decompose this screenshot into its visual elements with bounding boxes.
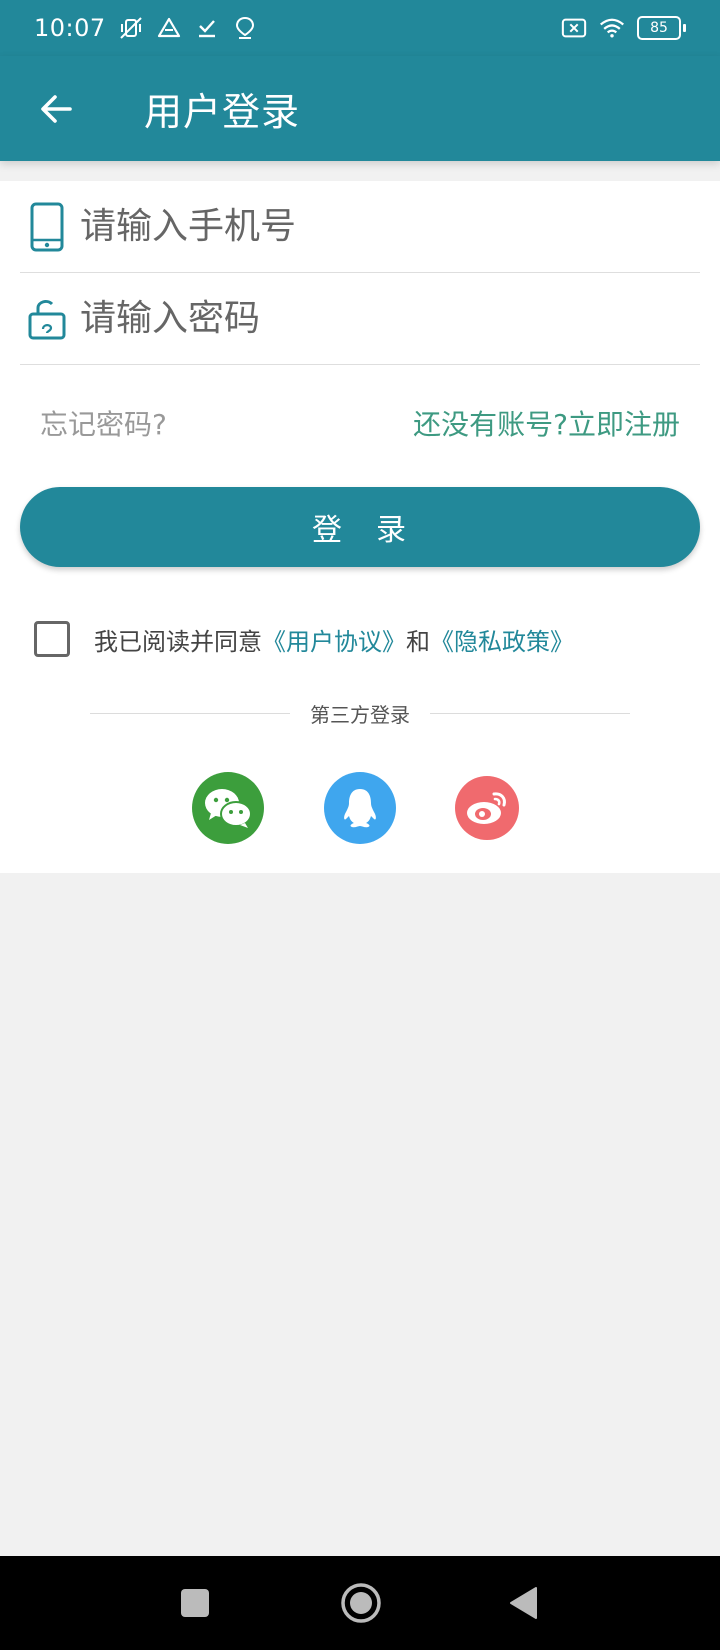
qq-icon [344,789,376,828]
battery-level: 85 [637,16,681,40]
login-card: 忘记密码? 还没有账号?立即注册 登 录 我已阅读并同意《用户协议》和《隐私政策… [0,181,720,873]
agreement-prefix: 我已阅读并同意 [94,627,262,656]
privacy-policy-link[interactable]: 《隐私政策》 [430,628,574,656]
agreement-row: 我已阅读并同意《用户协议》和《隐私政策》 [34,619,574,659]
third-party-label: 第三方登录 [310,702,410,727]
status-bar-right: 85 [561,15,686,41]
password-field-row [20,273,700,365]
triangle-back-icon [510,1587,537,1619]
wechat-login-button[interactable] [192,772,264,844]
page-title: 用户登录 [144,90,301,134]
user-agreement-link[interactable]: 《用户协议》 [262,628,406,656]
phone-field-row [20,181,700,273]
vibrate-off-icon [118,15,144,41]
sim-x-icon [561,15,587,41]
download-done-icon [194,15,220,41]
agreement-text: 我已阅读并同意《用户协议》和《隐私政策》 [94,622,574,657]
weibo-login-button[interactable] [455,776,519,840]
weibo-icon [467,792,506,824]
agreement-and: 和 [406,627,430,656]
home-circle-icon [341,1583,381,1623]
status-bar: 10:07 85 [0,0,720,56]
system-nav-bar [0,1556,720,1650]
agreement-checkbox[interactable] [34,621,70,657]
recents-button[interactable] [180,1588,210,1618]
app-bar: 用户登录 [0,56,720,161]
divider-line-right [430,712,630,714]
phone-icon [24,199,70,255]
back-nav-button[interactable] [508,1586,538,1620]
phone-input[interactable] [80,206,660,247]
third-party-divider: 第三方登录 [90,698,630,728]
wifi-icon [599,15,625,41]
forgot-password-link[interactable]: 忘记密码? [40,403,167,443]
wechat-icon [205,789,252,828]
location-icon [232,15,258,41]
home-button[interactable] [340,1582,382,1624]
unlock-icon [24,291,70,347]
status-time: 10:07 [34,14,106,42]
login-button[interactable]: 登 录 [20,487,700,567]
back-button[interactable] [26,79,86,139]
qq-login-button[interactable] [324,772,396,844]
links-row: 忘记密码? 还没有账号?立即注册 [40,403,680,443]
password-input[interactable] [80,298,660,339]
status-bar-left: 10:07 [34,14,258,42]
square-icon [181,1589,209,1617]
arrow-left-icon [41,94,72,123]
battery-nub [683,24,686,32]
battery-indicator: 85 [637,16,686,40]
register-link[interactable]: 还没有账号?立即注册 [413,403,680,443]
divider-line-left [90,712,290,714]
drive-icon [156,15,182,41]
